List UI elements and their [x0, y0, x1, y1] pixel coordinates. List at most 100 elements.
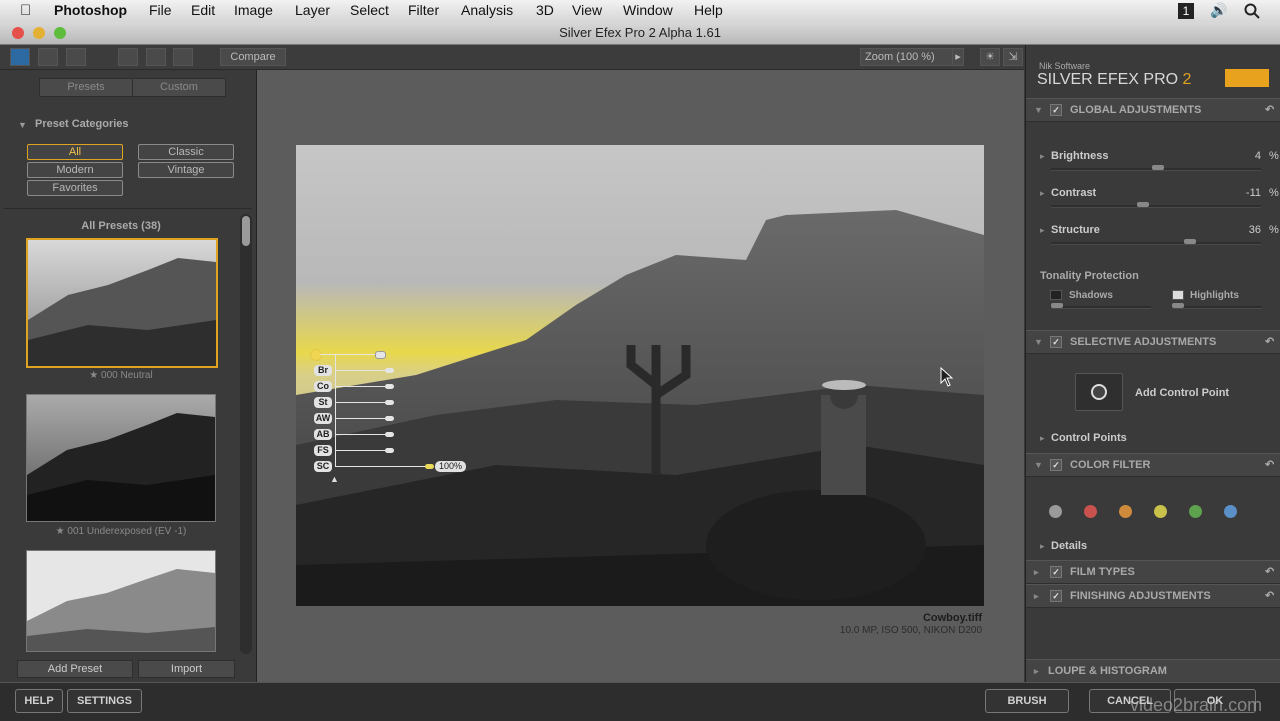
highlights-slider[interactable] [1172, 303, 1262, 309]
fullscreen-icon[interactable]: ⇲ [1003, 48, 1023, 66]
star-icon[interactable]: ★ [56, 526, 65, 537]
cp-structure-label[interactable]: St [314, 397, 332, 408]
control-points-label[interactable]: Control Points [1051, 432, 1127, 444]
side-by-side-view-icon[interactable] [66, 48, 86, 66]
contrast-slider[interactable] [1051, 202, 1261, 208]
status-badge[interactable]: 1 [1178, 3, 1194, 19]
brightness-slider[interactable] [1051, 165, 1261, 171]
menu-help[interactable]: Help [694, 2, 723, 18]
add-control-point-button[interactable] [1075, 373, 1123, 411]
brush-button[interactable]: BRUSH [985, 689, 1069, 713]
split-view-icon[interactable] [38, 48, 58, 66]
cp-collapse-icon[interactable]: ▲ [330, 474, 339, 484]
category-vintage-button[interactable]: Vintage [138, 162, 234, 178]
menu-app-name[interactable]: Photoshop [54, 2, 127, 18]
slider-knob[interactable] [1172, 303, 1184, 308]
cp-brightness-label[interactable]: Br [314, 365, 332, 376]
apple-icon[interactable]:  [20, 2, 31, 19]
settings-button[interactable]: SETTINGS [67, 689, 142, 713]
structure-value[interactable]: 36 [1216, 224, 1261, 236]
color-filter-header[interactable]: ▼ ✓ COLOR FILTER ↶ [1026, 453, 1280, 477]
selective-adjustments-header[interactable]: ▼ ✓ SELECTIVE ADJUSTMENTS ↶ [1026, 330, 1280, 354]
slider-knob[interactable] [1137, 202, 1149, 207]
menu-filter[interactable]: Filter [408, 2, 439, 18]
volume-icon[interactable]: 🔊 [1210, 2, 1227, 19]
collapse-triangle-icon[interactable]: ▼ [1034, 454, 1043, 476]
zoom-dropdown[interactable]: Zoom (100 %) [860, 48, 956, 66]
reset-icon[interactable]: ↶ [1265, 331, 1274, 353]
reset-icon[interactable]: ↶ [1265, 99, 1274, 121]
menu-file[interactable]: File [149, 2, 172, 18]
cp-selective-color-label[interactable]: SC [314, 461, 332, 472]
finishing-enable-checkbox[interactable]: ✓ [1050, 590, 1062, 602]
expand-triangle-icon[interactable]: ▸ [1040, 541, 1045, 552]
expand-triangle-icon[interactable]: ▸ [1040, 433, 1045, 444]
slider-knob[interactable] [1152, 165, 1164, 170]
loupe-histogram-header[interactable]: ▸ LOUPE & HISTOGRAM [1026, 659, 1280, 683]
selective-enable-checkbox[interactable]: ✓ [1050, 336, 1062, 348]
expand-triangle-icon[interactable]: ▸ [1034, 660, 1039, 682]
finishing-adjustments-header[interactable]: ▸ ✓ FINISHING ADJUSTMENTS ↶ [1026, 584, 1280, 608]
menu-window[interactable]: Window [623, 2, 673, 18]
collapse-triangle-icon[interactable]: ▼ [18, 120, 27, 130]
film-types-header[interactable]: ▸ ✓ FILM TYPES ↶ [1026, 560, 1280, 584]
layout-vertical-icon[interactable] [146, 48, 166, 66]
reset-icon[interactable]: ↶ [1265, 454, 1274, 476]
filter-blue-dot[interactable] [1224, 505, 1237, 518]
global-enable-checkbox[interactable]: ✓ [1050, 104, 1062, 116]
cp-fine-structure-label[interactable]: FS [314, 445, 332, 456]
cp-slider-knob[interactable] [385, 384, 394, 389]
layout-horizontal-icon[interactable] [173, 48, 193, 66]
menu-image[interactable]: Image [234, 2, 273, 18]
menu-analysis[interactable]: Analysis [461, 2, 513, 18]
details-label[interactable]: Details [1051, 540, 1087, 552]
filter-yellow-dot[interactable] [1154, 505, 1167, 518]
cp-slider-knob[interactable] [385, 368, 394, 373]
cp-contrast-label[interactable]: Co [314, 381, 332, 392]
category-all-button[interactable]: All [27, 144, 123, 160]
tab-custom[interactable]: Custom [132, 78, 226, 97]
add-preset-button[interactable]: Add Preset [17, 660, 133, 678]
brightness-value[interactable]: 4 [1216, 150, 1261, 162]
compare-button[interactable]: Compare [220, 48, 286, 66]
menu-3d[interactable]: 3D [536, 2, 554, 18]
expand-triangle-icon[interactable]: ▸ [1040, 188, 1045, 199]
single-view-icon[interactable] [10, 48, 30, 66]
menu-view[interactable]: View [572, 2, 602, 18]
tab-presets[interactable]: Presets [39, 78, 133, 97]
control-point-handle[interactable] [310, 349, 322, 361]
close-window-button[interactable] [12, 27, 24, 39]
cp-slider-knob[interactable] [385, 400, 394, 405]
control-point-size-knob[interactable] [375, 351, 386, 359]
preset-thumb-neutral[interactable] [26, 238, 218, 368]
shadows-slider[interactable] [1051, 303, 1151, 309]
preset-thumb-underexposed[interactable] [26, 394, 216, 522]
cp-slider-knob[interactable] [425, 464, 434, 469]
presets-scrollbar[interactable] [240, 214, 252, 654]
minimize-window-button[interactable] [33, 27, 45, 39]
zoom-arrow-icon[interactable]: ▸ [952, 48, 964, 66]
expand-triangle-icon[interactable]: ▸ [1034, 585, 1039, 607]
menu-select[interactable]: Select [350, 2, 389, 18]
background-light-icon[interactable]: ☀ [980, 48, 1000, 66]
cp-amplify-whites-label[interactable]: AW [314, 413, 332, 424]
expand-triangle-icon[interactable]: ▸ [1040, 151, 1045, 162]
contrast-value[interactable]: -11 [1216, 187, 1261, 199]
slider-knob[interactable] [1184, 239, 1196, 244]
category-modern-button[interactable]: Modern [27, 162, 123, 178]
structure-slider[interactable] [1051, 239, 1261, 245]
collapse-triangle-icon[interactable]: ▼ [1034, 99, 1043, 121]
reset-icon[interactable]: ↶ [1265, 585, 1274, 607]
filter-neutral-dot[interactable] [1049, 505, 1062, 518]
color-filter-enable-checkbox[interactable]: ✓ [1050, 459, 1062, 471]
cp-slider-knob[interactable] [385, 448, 394, 453]
filter-green-dot[interactable] [1189, 505, 1202, 518]
expand-triangle-icon[interactable]: ▸ [1034, 561, 1039, 583]
cp-slider-knob[interactable] [385, 432, 394, 437]
layout-single-icon[interactable] [118, 48, 138, 66]
category-favorites-button[interactable]: Favorites [27, 180, 123, 196]
reset-icon[interactable]: ↶ [1265, 561, 1274, 583]
collapse-triangle-icon[interactable]: ▼ [1034, 331, 1043, 353]
zoom-window-button[interactable] [54, 27, 66, 39]
film-types-enable-checkbox[interactable]: ✓ [1050, 566, 1062, 578]
